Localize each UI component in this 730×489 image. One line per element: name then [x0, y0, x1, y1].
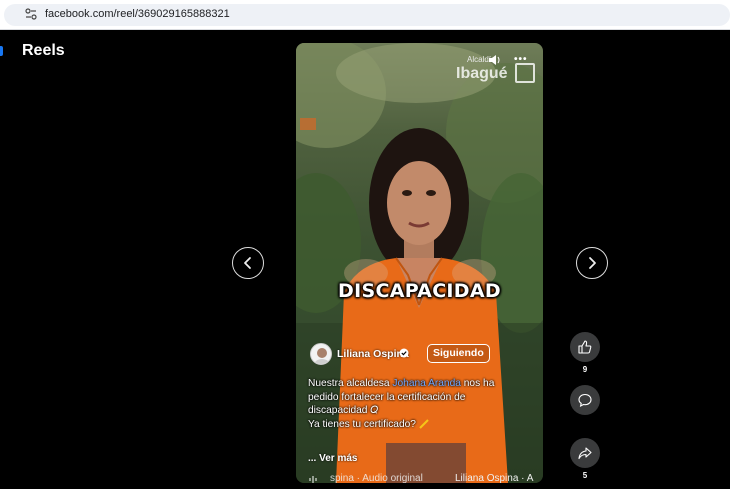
site-settings-icon[interactable] [24, 7, 38, 21]
chevron-left-icon [244, 257, 251, 269]
share-button[interactable] [570, 438, 600, 468]
reel-caption: Nuestra alcaldesa Johana Aranda nos ha p… [308, 377, 526, 431]
city-logo-icon [515, 63, 535, 83]
logo-ibague: Ibagué [456, 65, 508, 82]
audio-label: spina · Audio original [330, 473, 423, 483]
caption-question: Ya tienes tu certificado? [308, 418, 416, 430]
caption-mention[interactable]: Johana Aranda [392, 378, 461, 389]
following-button[interactable]: Siguiendo [427, 344, 490, 363]
author-name[interactable]: Liliana Ospina [337, 348, 409, 360]
avatar[interactable] [310, 343, 332, 365]
reel-author: Liliana Ospina Siguiendo [310, 343, 535, 365]
audio-wave-icon [309, 476, 317, 483]
next-reel-button[interactable] [576, 247, 608, 279]
comment-button[interactable] [570, 385, 600, 415]
share-count: 5 [582, 471, 588, 480]
page-title: Reels [22, 42, 65, 59]
reels-page: Reels Alcaldía ••• Ibagué DISCAPACIDAD L… [0, 30, 730, 489]
caption-text-1: Nuestra alcaldesa [308, 378, 393, 389]
see-more-link[interactable]: ... Ver más [308, 453, 357, 464]
avatar-image [314, 348, 330, 364]
thumbs-up-icon [578, 340, 592, 354]
video-overlay-text: DISCAPACIDAD [338, 280, 501, 302]
like-count: 9 [582, 365, 588, 374]
pencil-icon [419, 419, 429, 429]
verified-icon [399, 348, 409, 358]
previous-reel-button[interactable] [232, 247, 264, 279]
share-icon [578, 447, 592, 460]
chevron-right-icon [589, 257, 596, 269]
comment-icon [578, 393, 592, 407]
like-button[interactable] [570, 332, 600, 362]
browser-address-bar: facebook.com/reel/369029165888321 [0, 0, 730, 30]
audio-info[interactable]: spina · Audio original Liliana Ospina · … [308, 473, 543, 483]
audio-label-scroll: Liliana Ospina · A [455, 473, 534, 483]
reel-video[interactable]: Alcaldía ••• Ibagué DISCAPACIDAD Liliana… [296, 43, 543, 483]
url-text[interactable]: facebook.com/reel/369029165888321 [45, 8, 230, 20]
accent-bar [0, 46, 3, 56]
